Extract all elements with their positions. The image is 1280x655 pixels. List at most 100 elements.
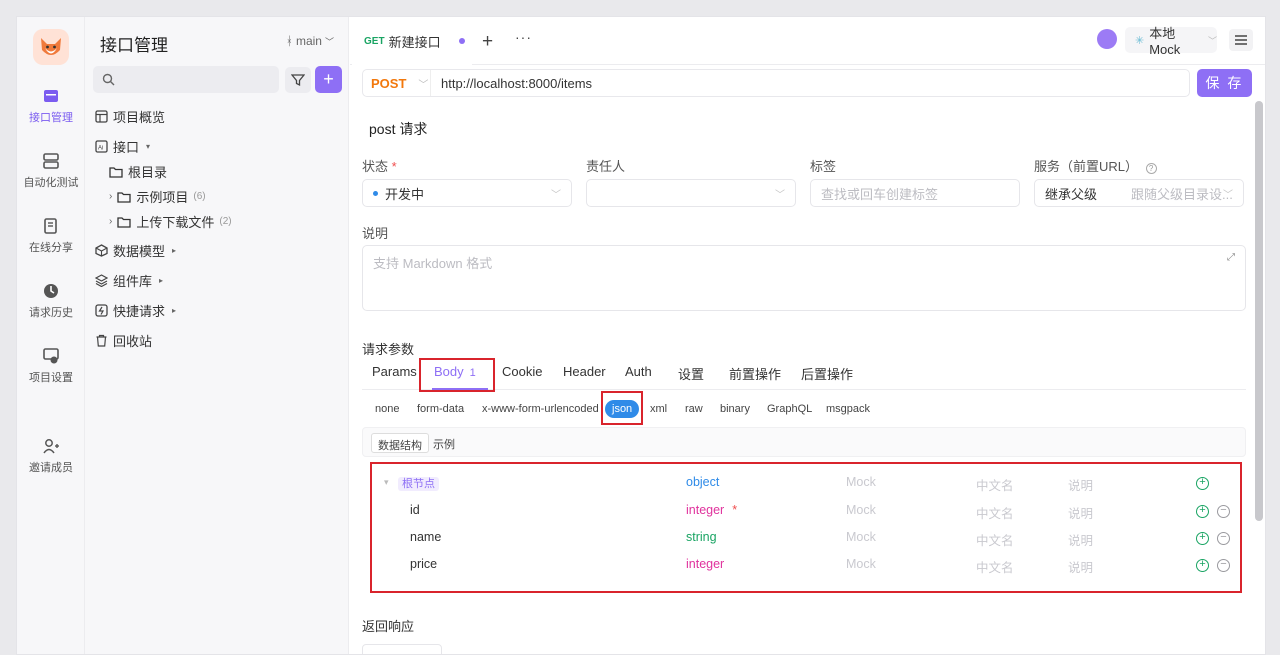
environment-selector[interactable]: ✳ 本地 Mock ﹀: [1125, 26, 1217, 57]
tab-post-processors[interactable]: 后置操作: [801, 364, 853, 383]
branch-selector[interactable]: ᚼ main ﹀: [286, 34, 334, 48]
history-icon: [44, 284, 58, 298]
overview-icon: [95, 110, 108, 123]
segment-example[interactable]: 示例: [427, 433, 461, 453]
app-window: 接口管理 自动化测试 在线分享 请求历史 项目设置 邀请成员 接口管理 ᚼ ma…: [16, 16, 1266, 655]
tab-settings[interactable]: 设置: [678, 364, 704, 383]
sidebar: 接口管理 ᚼ main ﹀ + 项目概览 Ai 接口 ▾ 根目录 › 示例项目 …: [85, 17, 349, 654]
tree-item-example-project[interactable]: › 示例项目 (6): [109, 187, 206, 206]
status-select[interactable]: 开发中 ﹀: [362, 179, 572, 207]
tree-item-data-models[interactable]: 数据模型 ▸: [95, 241, 176, 260]
tab-auth[interactable]: Auth: [625, 364, 652, 379]
scrollbar[interactable]: [1255, 101, 1263, 521]
tab-cookie[interactable]: Cookie: [502, 364, 542, 379]
chevron-down-icon: ﹀: [418, 79, 429, 91]
description-placeholder: 支持 Markdown 格式: [373, 256, 493, 271]
new-tab-button[interactable]: +: [482, 31, 493, 53]
body-type-none[interactable]: none: [375, 403, 399, 415]
trash-icon: [96, 334, 107, 347]
segment-data-structure[interactable]: 数据结构: [371, 433, 429, 453]
stack-icon: [43, 153, 59, 169]
chevron-right-icon: ›: [109, 191, 113, 202]
save-button[interactable]: 保 存: [1197, 69, 1252, 97]
tree-label: 示例项目: [136, 190, 189, 205]
folder-icon: [117, 191, 131, 203]
request-params-label: 请求参数: [362, 342, 415, 357]
tab-new-api[interactable]: GET 新建接口: [352, 17, 472, 65]
service-select[interactable]: 继承父级 跟随父级目录设... ﹀: [1034, 179, 1244, 207]
service-label-text: 服务（前置URL）: [1034, 159, 1139, 174]
filter-button[interactable]: [285, 67, 311, 93]
api-box-icon: Ai: [95, 140, 108, 153]
body-type-xml[interactable]: xml: [650, 403, 667, 415]
tree-label: 项目概览: [113, 110, 166, 125]
menu-button[interactable]: [1229, 29, 1253, 51]
description-input[interactable]: 支持 Markdown 格式 ⤢: [362, 245, 1246, 311]
tree-label: 接口: [113, 140, 140, 155]
tags-input[interactable]: 查找或回车创建标签: [810, 179, 1020, 207]
tree-item-quick-request[interactable]: 快捷请求 ▸: [95, 301, 176, 320]
environment-icon: ✳: [1135, 34, 1145, 47]
tree-label: 快捷请求: [113, 304, 166, 319]
caret-right-icon: ▸: [159, 276, 164, 285]
rail-item-share[interactable]: 在线分享: [17, 217, 85, 255]
required-mark: *: [391, 159, 397, 174]
folder-icon: [117, 216, 131, 228]
tree-item-overview[interactable]: 项目概览: [95, 107, 165, 126]
chevron-right-icon: ›: [109, 216, 113, 227]
body-type-urlencoded[interactable]: x-www-form-urlencoded: [482, 403, 599, 415]
fox-logo-icon: [41, 38, 61, 55]
more-tabs-button[interactable]: ···: [515, 29, 532, 45]
highlight-body-tab: [419, 358, 495, 392]
tree-label: 上传下载文件: [136, 215, 215, 230]
tab-pre-processors[interactable]: 前置操作: [729, 364, 781, 383]
rail-label: 邀请成员: [29, 462, 73, 474]
status-value: 开发中: [385, 186, 425, 202]
item-count: (6): [193, 191, 206, 202]
search-input[interactable]: [93, 66, 279, 93]
body-type-form-data[interactable]: form-data: [417, 403, 464, 415]
body-type-binary[interactable]: binary: [720, 403, 750, 415]
tree-item-components[interactable]: 组件库 ▸: [95, 271, 163, 290]
sync-icon[interactable]: [1097, 29, 1117, 49]
folder-icon: [109, 166, 123, 178]
body-type-graphql[interactable]: GraphQL: [767, 403, 812, 415]
branch-name: main: [295, 34, 322, 48]
tab-header[interactable]: Header: [563, 364, 606, 379]
owner-select[interactable]: ﹀: [586, 179, 796, 207]
body-type-msgpack[interactable]: msgpack: [826, 403, 870, 415]
plus-icon: +: [323, 69, 334, 89]
rail-item-invite[interactable]: 邀请成员: [17, 437, 85, 475]
environment-label: 本地 Mock: [1149, 26, 1181, 57]
tree-item-root[interactable]: 根目录: [109, 162, 167, 181]
unsaved-dot-icon: [458, 38, 465, 44]
help-icon: ?: [1145, 163, 1157, 174]
rail-label: 自动化测试: [23, 177, 79, 189]
rail-item-settings[interactable]: 项目设置: [17, 347, 85, 385]
add-button[interactable]: +: [315, 66, 342, 93]
rail-label: 项目设置: [29, 372, 73, 384]
rail-item-history[interactable]: 请求历史: [17, 282, 85, 320]
body-type-raw[interactable]: raw: [685, 403, 703, 415]
chevron-down-icon: ﹀: [324, 36, 334, 47]
tree-item-upload-download[interactable]: › 上传下载文件 (2): [109, 212, 232, 231]
url-input[interactable]: http://localhost:8000/items: [431, 76, 592, 91]
method-value: POST: [371, 75, 407, 91]
request-name[interactable]: post 请求: [369, 119, 427, 139]
rail-item-api[interactable]: 接口管理: [17, 87, 85, 125]
tree-item-api[interactable]: Ai 接口 ▾: [95, 137, 150, 156]
expand-icon[interactable]: ⤢: [1227, 252, 1235, 263]
tree-label: 根目录: [128, 165, 168, 180]
tags-label: 标签: [810, 159, 837, 174]
chevron-down-icon: ﹀: [551, 189, 561, 201]
tab-params[interactable]: Params: [372, 364, 417, 379]
status-label: 状态 *: [362, 156, 397, 175]
main-panel: GET 新建接口 + ··· ✳ 本地 Mock ﹀ POST ﹀ http:/…: [350, 17, 1265, 654]
rail-item-automation[interactable]: 自动化测试: [17, 152, 85, 190]
method-select[interactable]: POST ﹀: [363, 70, 431, 96]
caret-right-icon: ▸: [172, 306, 177, 315]
hamburger-icon: [1235, 35, 1247, 45]
tree-item-trash[interactable]: 回收站: [95, 331, 152, 350]
url-bar: POST ﹀ http://localhost:8000/items: [362, 69, 1190, 97]
response-tab[interactable]: [362, 644, 442, 654]
